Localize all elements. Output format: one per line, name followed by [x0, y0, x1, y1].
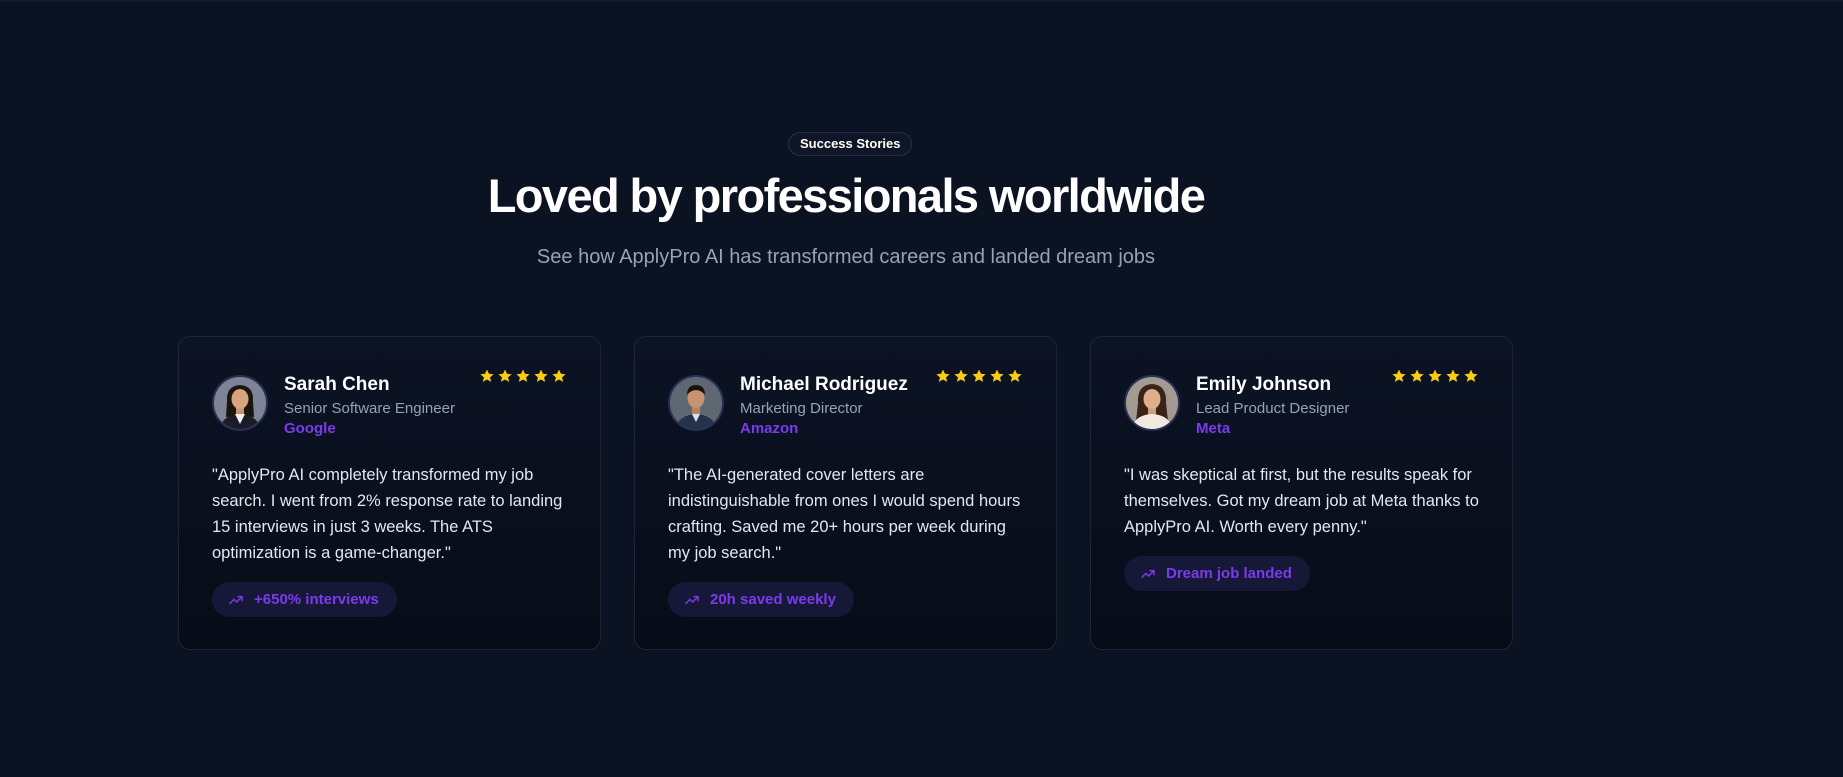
author-name: Michael Rodriguez [740, 374, 908, 395]
star-icon [972, 369, 986, 382]
result-badge: +650% interviews [212, 582, 397, 617]
star-icon [1410, 369, 1424, 382]
star-rating [935, 368, 1023, 384]
author-role: Marketing Director [740, 400, 863, 417]
section-subtitle: See how ApplyPro AI has transformed care… [536, 246, 1156, 268]
trending-up-icon [685, 595, 699, 604]
result-label: 20h saved weekly [710, 591, 836, 608]
testimonial-card-michael-rodriguez: Michael Rodriguez Marketing Director Ama… [634, 336, 1057, 650]
testimonial-quote: "The AI-generated cover letters are indi… [668, 466, 1021, 562]
testimonial-card-sarah-chen: Sarah Chen Senior Software Engineer Goog… [178, 336, 601, 650]
star-icon [1446, 369, 1460, 382]
trending-up-icon [1141, 569, 1155, 578]
author-role: Lead Product Designer [1196, 400, 1350, 417]
author-company: Amazon [740, 420, 799, 437]
author-company: Meta [1196, 420, 1231, 437]
avatar [1124, 375, 1180, 431]
result-label: +650% interviews [254, 591, 379, 608]
author-company: Google [284, 420, 336, 437]
star-icon [954, 369, 968, 382]
trending-up-icon [229, 595, 243, 604]
result-badge: 20h saved weekly [668, 582, 854, 617]
star-icon [552, 369, 566, 382]
testimonial-quote: "ApplyPro AI completely transformed my j… [212, 466, 563, 562]
star-rating [1391, 368, 1479, 384]
star-icon [990, 369, 1004, 382]
author-role: Senior Software Engineer [284, 400, 455, 417]
star-icon [516, 369, 530, 382]
author-name: Sarah Chen [284, 374, 390, 395]
star-icon [498, 369, 512, 382]
star-rating [479, 368, 567, 384]
star-icon [534, 369, 548, 382]
star-icon [1392, 369, 1406, 382]
section-badge: Success Stories [788, 132, 913, 156]
testimonial-quote: "I was skeptical at first, but the resul… [1124, 466, 1479, 536]
testimonials-section: Success Stories Loved by professionals w… [0, 0, 1843, 777]
result-label: Dream job landed [1166, 565, 1292, 582]
author-name: Emily Johnson [1196, 374, 1332, 395]
star-icon [1008, 369, 1022, 382]
section-title: Loved by professionals worldwide [487, 169, 1206, 222]
testimonial-card-emily-johnson: Emily Johnson Lead Product Designer Meta… [1090, 336, 1513, 650]
star-icon [480, 369, 494, 382]
star-icon [1428, 369, 1442, 382]
avatar [212, 375, 268, 431]
star-icon [936, 369, 950, 382]
avatar [668, 375, 724, 431]
result-badge: Dream job landed [1124, 556, 1310, 591]
star-icon [1464, 369, 1478, 382]
